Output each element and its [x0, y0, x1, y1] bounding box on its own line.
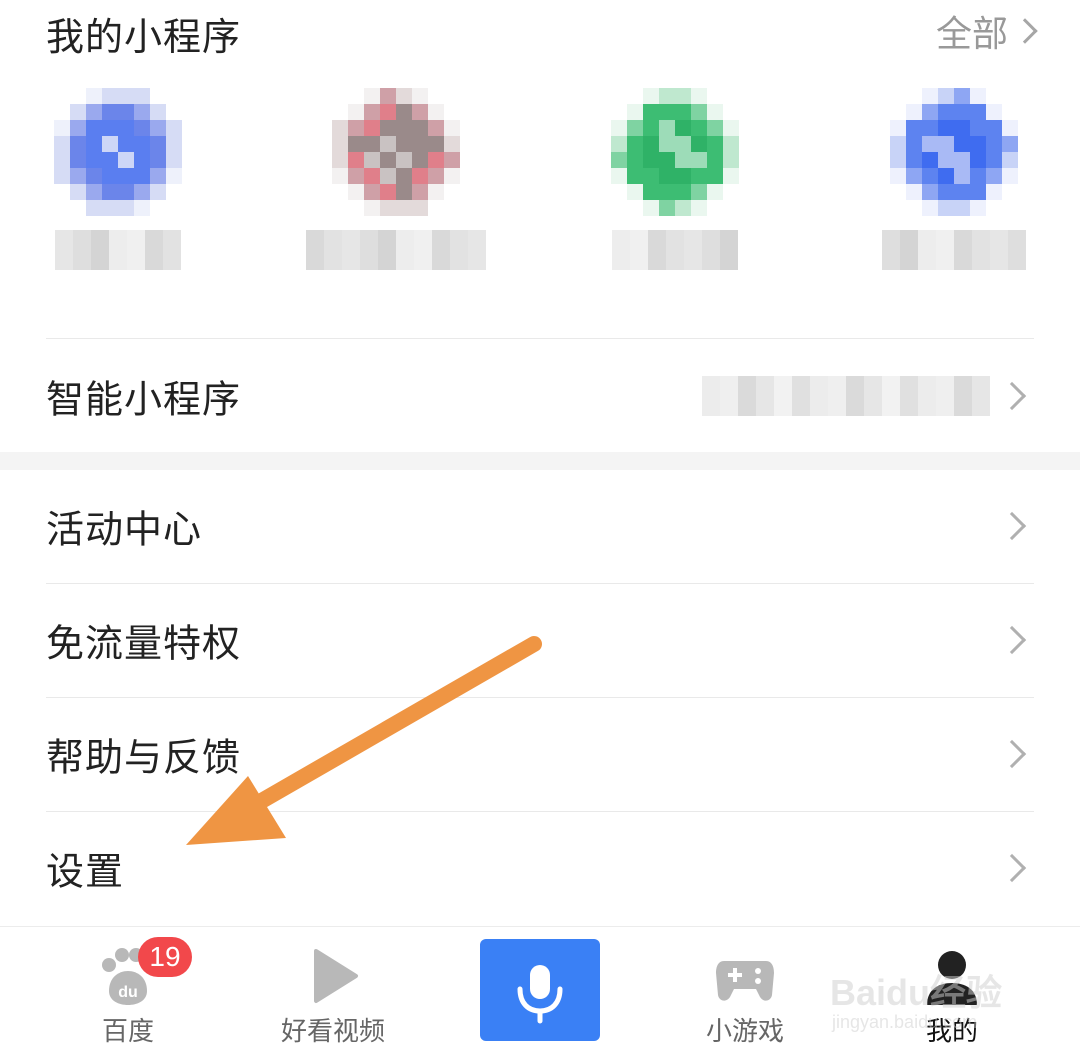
blurred-app-name — [306, 230, 486, 270]
chevron-right-icon — [1012, 18, 1038, 44]
mini-program-item[interactable] — [18, 88, 218, 288]
tab-video[interactable]: 好看视频 — [243, 927, 423, 1058]
blurred-app-icon-blue-globe — [890, 88, 1018, 216]
mini-programs-title: 我的小程序 — [46, 15, 242, 59]
svg-text:du: du — [118, 984, 138, 1001]
blurred-row-value — [702, 376, 990, 416]
tab-label: 我的 — [925, 1017, 978, 1047]
divider — [46, 338, 1034, 339]
tab-label: 好看视频 — [280, 1017, 385, 1047]
row-label: 帮助与反馈 — [46, 735, 242, 780]
mini-program-item[interactable] — [296, 88, 496, 288]
blurred-app-icon-green — [611, 88, 739, 216]
row-label: 设置 — [46, 849, 125, 894]
gamepad-icon — [716, 961, 774, 1001]
view-all-label: 全部 — [935, 14, 1008, 55]
tab-mine[interactable]: 我的 — [862, 927, 1042, 1058]
menu-item-free-data[interactable]: 免流量特权 — [0, 584, 1080, 696]
tab-label: 百度 — [101, 1017, 154, 1047]
blurred-app-name — [55, 230, 181, 270]
microphone-icon — [517, 965, 563, 1024]
voice-search-button[interactable] — [480, 939, 600, 1041]
view-all-link[interactable]: 全部 — [935, 6, 1038, 56]
mini-program-item[interactable] — [854, 88, 1054, 288]
section-gap — [0, 452, 1080, 470]
chevron-right-icon — [997, 853, 1027, 883]
row-label: 活动中心 — [46, 507, 203, 552]
tab-mini-games[interactable]: 小游戏 — [655, 927, 835, 1058]
blurred-app-name — [612, 230, 738, 270]
play-icon — [314, 949, 358, 1003]
menu-item-activity-center[interactable]: 活动中心 — [0, 470, 1080, 582]
chevron-right-icon — [997, 511, 1027, 541]
chevron-right-icon — [997, 625, 1027, 655]
blurred-app-icon-blue — [54, 88, 182, 216]
bottom-tab-bar: du 百度 19 好看视频 小游戏 我的 — [0, 926, 1080, 1058]
menu-item-help-feedback[interactable]: 帮助与反馈 — [0, 698, 1080, 810]
blurred-app-icon-red-gray — [332, 88, 460, 216]
mini-program-list — [0, 88, 1080, 298]
row-label: 智能小程序 — [46, 377, 242, 422]
tab-baidu[interactable]: du 百度 19 — [38, 927, 218, 1058]
tab-label: 小游戏 — [705, 1017, 784, 1047]
notification-badge: 19 — [138, 937, 192, 977]
row-label: 免流量特权 — [46, 621, 242, 666]
smart-mini-program-row[interactable]: 智能小程序 — [0, 340, 1080, 452]
mini-program-item[interactable] — [575, 88, 775, 288]
blurred-app-name — [882, 230, 1026, 270]
chevron-right-icon — [997, 381, 1027, 411]
mini-programs-header: 我的小程序 全部 — [0, 0, 1080, 62]
chevron-right-icon — [997, 739, 1027, 769]
person-icon — [927, 951, 977, 1005]
menu-item-settings[interactable]: 设置 — [0, 812, 1080, 924]
